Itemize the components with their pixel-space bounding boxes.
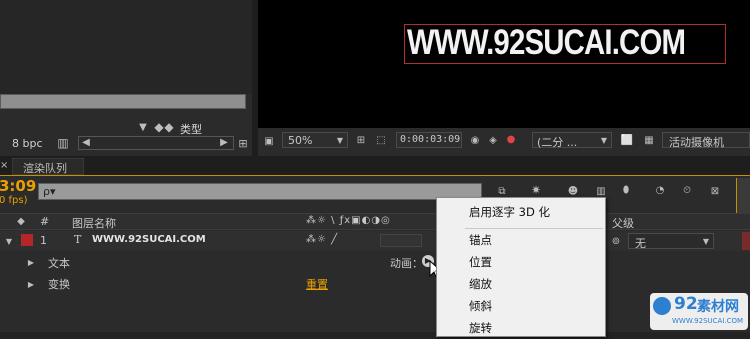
text-property-label[interactable]: 文本 — [48, 255, 70, 271]
column-layer-name[interactable]: 图层名称 — [72, 215, 116, 231]
camera-snapshot-icon[interactable]: ◉ — [468, 135, 482, 147]
camera-select[interactable]: 活动摄像机 — [662, 132, 750, 149]
project-list — [0, 0, 252, 94]
color-channels-icon[interactable]: ● — [504, 134, 518, 146]
composition-viewer: WWW.92SUCAI.COM ▣ 50% ▼ ⊞ ⬚ 0:00:03:09 ◉… — [258, 0, 750, 156]
menu-item-skew[interactable]: 倾斜 — [437, 295, 641, 317]
comp-canvas[interactable]: WWW.92SUCAI.COM — [258, 0, 750, 128]
watermark-label: 素材网 — [697, 299, 739, 315]
fps-label: 0 fps) — [0, 195, 28, 206]
layer-number: 1 — [40, 234, 47, 247]
switches-header-icons[interactable]: ⁂☼ \ ƒx▣◐◑◎ — [306, 215, 391, 226]
menu-item-position[interactable]: 位置 — [437, 251, 641, 273]
trash-icon[interactable]: ▥ — [57, 137, 69, 149]
watermark-url: WWW.92SUCAI.COM — [672, 317, 744, 325]
comp-text-layer[interactable]: WWW.92SUCAI.COM — [404, 23, 726, 64]
layer-switch-boxes[interactable] — [380, 234, 422, 247]
draft-3d-icon[interactable]: ✷ — [528, 184, 544, 196]
close-tab-icon[interactable]: × — [0, 160, 8, 172]
expand-transform-icon[interactable]: ▶ — [26, 279, 36, 291]
watermark-number: 92 — [674, 294, 698, 314]
menu-item-scale[interactable]: 缩放 — [437, 273, 641, 295]
graph-editor-icon[interactable]: ◔ — [652, 185, 668, 197]
flowchart-icon[interactable]: ⊞ — [236, 138, 250, 150]
current-time-display[interactable]: 3:09 — [0, 177, 36, 195]
project-scrollbar[interactable] — [0, 94, 246, 109]
expand-layer-icon[interactable]: ▼ — [4, 236, 14, 248]
zoom-select[interactable]: 50% ▼ — [282, 132, 348, 148]
reset-link[interactable]: 重置 — [306, 276, 328, 292]
label-tag-icon[interactable]: ◆ — [14, 216, 28, 228]
mask-icon[interactable]: ⬚ — [374, 135, 388, 147]
layer-switches[interactable]: ⁂☼ ╱ — [306, 234, 338, 245]
text-layer-icon: T — [74, 233, 82, 246]
chevron-down-icon: ▼ — [336, 136, 344, 145]
menu-item-rotation[interactable]: 旋转 — [437, 317, 641, 339]
chevron-down-icon: ▼ — [702, 237, 710, 246]
animate-label[interactable]: 动画： — [390, 255, 423, 271]
tab-render-queue[interactable]: 渲染队列 — [12, 158, 84, 175]
show-snapshot-icon[interactable]: ◈ — [486, 135, 500, 147]
column-hash[interactable]: # — [40, 215, 49, 228]
comp-text: WWW.92SUCAI.COM — [407, 23, 686, 62]
type-column-label[interactable]: 类型 — [180, 121, 202, 137]
watermark-emblem-icon — [653, 297, 671, 315]
chevron-down-icon: ▼ — [600, 136, 608, 145]
grid-icon[interactable]: ⊞ — [354, 135, 368, 147]
dropdown-arrow-icon[interactable]: ▼ — [138, 122, 148, 134]
timecode-display[interactable]: 0:00:03:09 — [396, 132, 462, 148]
bpc-label[interactable]: 8 bpc — [12, 137, 43, 150]
resolution-select[interactable]: (二分 ... ▼ — [532, 132, 612, 149]
expand-text-icon[interactable]: ▶ — [26, 257, 36, 269]
tag-icon-2[interactable]: ◆ — [162, 121, 176, 133]
stopwatch-icon[interactable]: ⏲ — [680, 185, 694, 197]
brainstorm-icon[interactable]: ⊠ — [706, 186, 724, 198]
layer-name[interactable]: WWW.92SUCAI.COM — [92, 234, 206, 245]
project-panel: ▼ ◆ ◆ 类型 8 bpc ▥ ◀ ▶ ⊞ — [0, 0, 252, 156]
project-hscroll[interactable]: ◀ ▶ — [78, 136, 234, 150]
menu-item-anchor-point[interactable]: 锚点 — [437, 229, 641, 251]
motion-blur-icon[interactable]: ⬮ — [618, 185, 634, 197]
scroll-right-icon[interactable]: ▶ — [219, 137, 229, 149]
animate-context-menu: 启用逐字 3D 化 锚点 位置 缩放 倾斜 旋转 — [436, 197, 606, 337]
layer-duration-bar[interactable] — [742, 232, 750, 250]
watermark-logo: 92 素材网 WWW.92SUCAI.COM — [650, 293, 748, 330]
scroll-left-icon[interactable]: ◀ — [81, 137, 91, 149]
layer-search-input[interactable]: ρ▾ — [38, 183, 482, 200]
transform-property-label[interactable]: 变换 — [48, 276, 70, 292]
region-of-interest-icon[interactable]: ⬜ — [620, 135, 634, 147]
transparency-grid-icon[interactable]: ▦ — [642, 135, 656, 147]
layer-label-color[interactable] — [21, 234, 33, 246]
timeline-tabbar — [0, 156, 750, 176]
always-preview-icon[interactable]: ▣ — [262, 136, 276, 148]
menu-item-enable-3d[interactable]: 启用逐字 3D 化 — [437, 201, 641, 223]
